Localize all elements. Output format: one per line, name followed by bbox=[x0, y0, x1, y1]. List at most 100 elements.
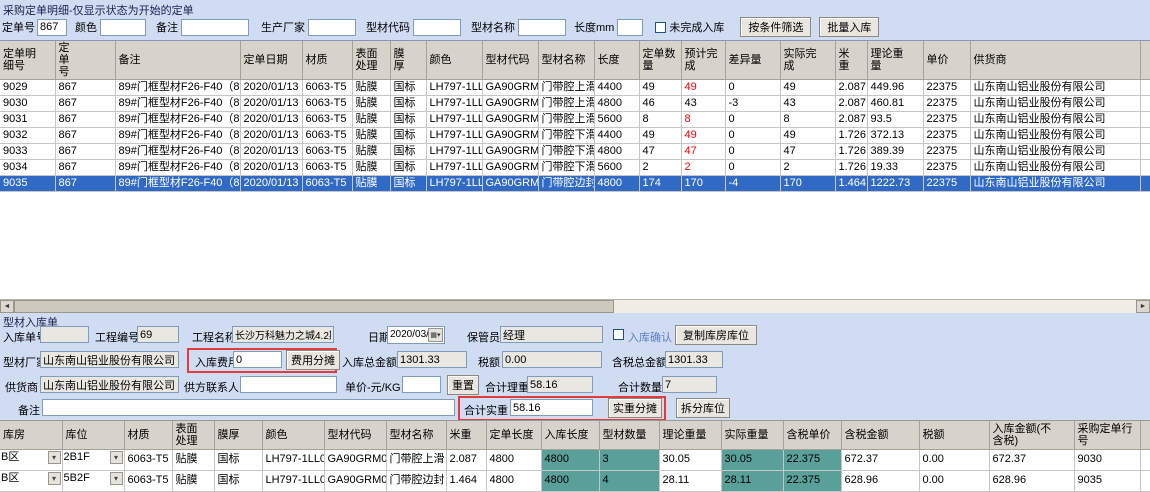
scroll-left-icon[interactable]: ◄ bbox=[0, 300, 14, 313]
reset-button[interactable]: 重置 bbox=[447, 375, 479, 395]
column-header[interactable]: 理论重 量 bbox=[867, 41, 923, 80]
column-header[interactable]: 表面 处理 bbox=[172, 421, 214, 449]
column-header[interactable]: 实际完 成 bbox=[780, 41, 835, 80]
column-header[interactable]: 定单长度 bbox=[486, 421, 541, 449]
column-header[interactable]: 库房 bbox=[0, 421, 62, 449]
column-header[interactable]: 库位 bbox=[62, 421, 124, 449]
column-header[interactable]: 税额 bbox=[919, 421, 989, 449]
cell: 9029 bbox=[0, 80, 55, 96]
total-amount-label: 入库总金额 bbox=[342, 354, 397, 370]
column-header[interactable]: 定单明 细号 bbox=[0, 41, 55, 80]
project-no-input[interactable] bbox=[137, 326, 179, 343]
column-header[interactable]: 定单日期 bbox=[240, 41, 302, 80]
total-with-tax-input[interactable] bbox=[665, 351, 723, 368]
column-header[interactable]: 型材名称 bbox=[538, 41, 594, 80]
column-header[interactable]: 米重 bbox=[446, 421, 486, 449]
maker-filter-input[interactable] bbox=[308, 19, 356, 36]
keeper-input[interactable] bbox=[500, 326, 603, 343]
table-row[interactable]: B区▾5B2F▾6063-T5贴膜国标LH797-1LL0GA90GRM05门带… bbox=[0, 470, 1150, 491]
fee-share-button[interactable]: 费用分摊 bbox=[286, 350, 340, 370]
factory-input[interactable] bbox=[40, 351, 179, 368]
column-header[interactable]: 理论重量 bbox=[659, 421, 721, 449]
dropdown-arrow-icon[interactable]: ▾ bbox=[110, 472, 123, 485]
color-filter-input[interactable] bbox=[100, 19, 146, 36]
length-filter-input[interactable] bbox=[617, 19, 643, 36]
total-amount-input[interactable] bbox=[397, 351, 467, 368]
remark-input[interactable] bbox=[42, 399, 455, 416]
table-row[interactable]: 903386789#门框型材F26-F40（866+867）2020/01/13… bbox=[0, 144, 1150, 160]
table-row[interactable]: 903586789#门框型材F26-F40（866+867）2020/01/13… bbox=[0, 176, 1150, 192]
contact-input[interactable] bbox=[240, 376, 337, 393]
cell: 6063-T5 bbox=[302, 112, 352, 128]
header-row: 库房库位材质表面 处理膜厚颜色型材代码型材名称米重定单长度入库长度型材数量理论重… bbox=[0, 421, 1150, 449]
column-header[interactable]: 型材名称 bbox=[386, 421, 446, 449]
column-header[interactable]: 型材代码 bbox=[324, 421, 386, 449]
column-header[interactable]: 定单数 量 bbox=[639, 41, 681, 80]
column-header[interactable]: 预计完 成 bbox=[681, 41, 725, 80]
column-header[interactable]: 型材代码 bbox=[482, 41, 538, 80]
table-row[interactable]: 903186789#门框型材F26-F40（866+867）2020/01/13… bbox=[0, 112, 1150, 128]
column-header[interactable]: 型材数量 bbox=[599, 421, 659, 449]
order-no-input[interactable] bbox=[37, 19, 67, 36]
qty-total-label: 合计数量 bbox=[618, 379, 662, 395]
column-header[interactable]: 材质 bbox=[124, 421, 172, 449]
name-filter-input[interactable] bbox=[518, 19, 566, 36]
table-row[interactable]: 903086789#门框型材F26-F40（866+867）2020/01/13… bbox=[0, 96, 1150, 112]
actual-weight-share-button[interactable]: 实重分摊 bbox=[608, 398, 662, 418]
remark-filter-input[interactable] bbox=[181, 19, 249, 36]
column-header[interactable]: 米 重 bbox=[835, 41, 867, 80]
cell: 6063-T5 bbox=[124, 449, 172, 470]
column-header[interactable]: 入库长度 bbox=[541, 421, 599, 449]
inbound-no-input[interactable] bbox=[40, 326, 89, 343]
column-header[interactable]: 膜厚 bbox=[214, 421, 262, 449]
unfinished-checkbox[interactable] bbox=[655, 22, 666, 33]
column-header[interactable]: 入库金额(不 含税) bbox=[989, 421, 1074, 449]
project-name-input[interactable] bbox=[232, 326, 334, 343]
column-header[interactable]: 定 单 号 bbox=[55, 41, 115, 80]
calendar-dropdown-icon[interactable]: ▦▾ bbox=[428, 328, 443, 342]
unit-price-input[interactable] bbox=[402, 376, 441, 393]
column-header[interactable]: 表面 处理 bbox=[352, 41, 390, 80]
filter-by-condition-button[interactable]: 按条件筛选 bbox=[740, 17, 811, 37]
tax-input[interactable] bbox=[502, 351, 602, 368]
cell: 4400 bbox=[594, 128, 639, 144]
fee-input[interactable] bbox=[233, 351, 282, 368]
column-header[interactable]: 膜 厚 bbox=[390, 41, 426, 80]
column-header[interactable]: 含税单价 bbox=[783, 421, 841, 449]
table-row[interactable]: 903486789#门框型材F26-F40（866+867）2020/01/13… bbox=[0, 160, 1150, 176]
table-row[interactable]: 902986789#门框型材F26-F40（866+867）2020/01/13… bbox=[0, 80, 1150, 96]
total-with-tax-label: 含税总金额 bbox=[612, 354, 667, 370]
copy-warehouse-button[interactable]: 复制库房库位 bbox=[675, 325, 757, 345]
actual-total-input[interactable] bbox=[510, 399, 593, 416]
column-header[interactable]: 供货商 bbox=[970, 41, 1140, 80]
column-header[interactable]: 备注 bbox=[115, 41, 240, 80]
inbound-confirm-checkbox[interactable] bbox=[613, 329, 624, 340]
cell: 2.087 bbox=[835, 96, 867, 112]
column-header[interactable]: 采购定单行 号 bbox=[1074, 421, 1140, 449]
scrollbar-thumb[interactable] bbox=[14, 300, 614, 313]
column-header[interactable]: 颜色 bbox=[262, 421, 324, 449]
cell: 2.087 bbox=[446, 449, 486, 470]
column-header[interactable]: 单价 bbox=[923, 41, 970, 80]
dropdown-arrow-icon[interactable]: ▾ bbox=[48, 451, 61, 464]
table-row[interactable]: B区▾2B1F▾6063-T5贴膜国标LH797-1LL0GA90GRM03门带… bbox=[0, 449, 1150, 470]
split-location-button[interactable]: 拆分库位 bbox=[676, 398, 730, 418]
theory-total-input[interactable] bbox=[527, 376, 593, 393]
column-header[interactable]: 材质 bbox=[302, 41, 352, 80]
column-header[interactable]: 实际重量 bbox=[721, 421, 783, 449]
dropdown-arrow-icon[interactable]: ▾ bbox=[110, 451, 123, 464]
cell: 49 bbox=[681, 128, 725, 144]
table-row[interactable]: 903286789#门框型材F26-F40（866+867）2020/01/13… bbox=[0, 128, 1150, 144]
column-header[interactable]: 差异量 bbox=[725, 41, 780, 80]
qty-total-input[interactable] bbox=[662, 376, 717, 393]
column-header[interactable]: 含税金额 bbox=[841, 421, 919, 449]
code-filter-input[interactable] bbox=[413, 19, 461, 36]
column-header[interactable]: 颜色 bbox=[426, 41, 482, 80]
date-input[interactable]: 2020/03/31 ▦▾ bbox=[387, 326, 445, 344]
supplier-input[interactable] bbox=[40, 376, 179, 393]
column-header[interactable]: 长度 bbox=[594, 41, 639, 80]
batch-inbound-button[interactable]: 批量入库 bbox=[819, 17, 879, 37]
dropdown-arrow-icon[interactable]: ▾ bbox=[48, 472, 61, 485]
horizontal-scrollbar[interactable]: ◄ ► bbox=[0, 299, 1150, 313]
scroll-right-icon[interactable]: ► bbox=[1136, 300, 1150, 313]
